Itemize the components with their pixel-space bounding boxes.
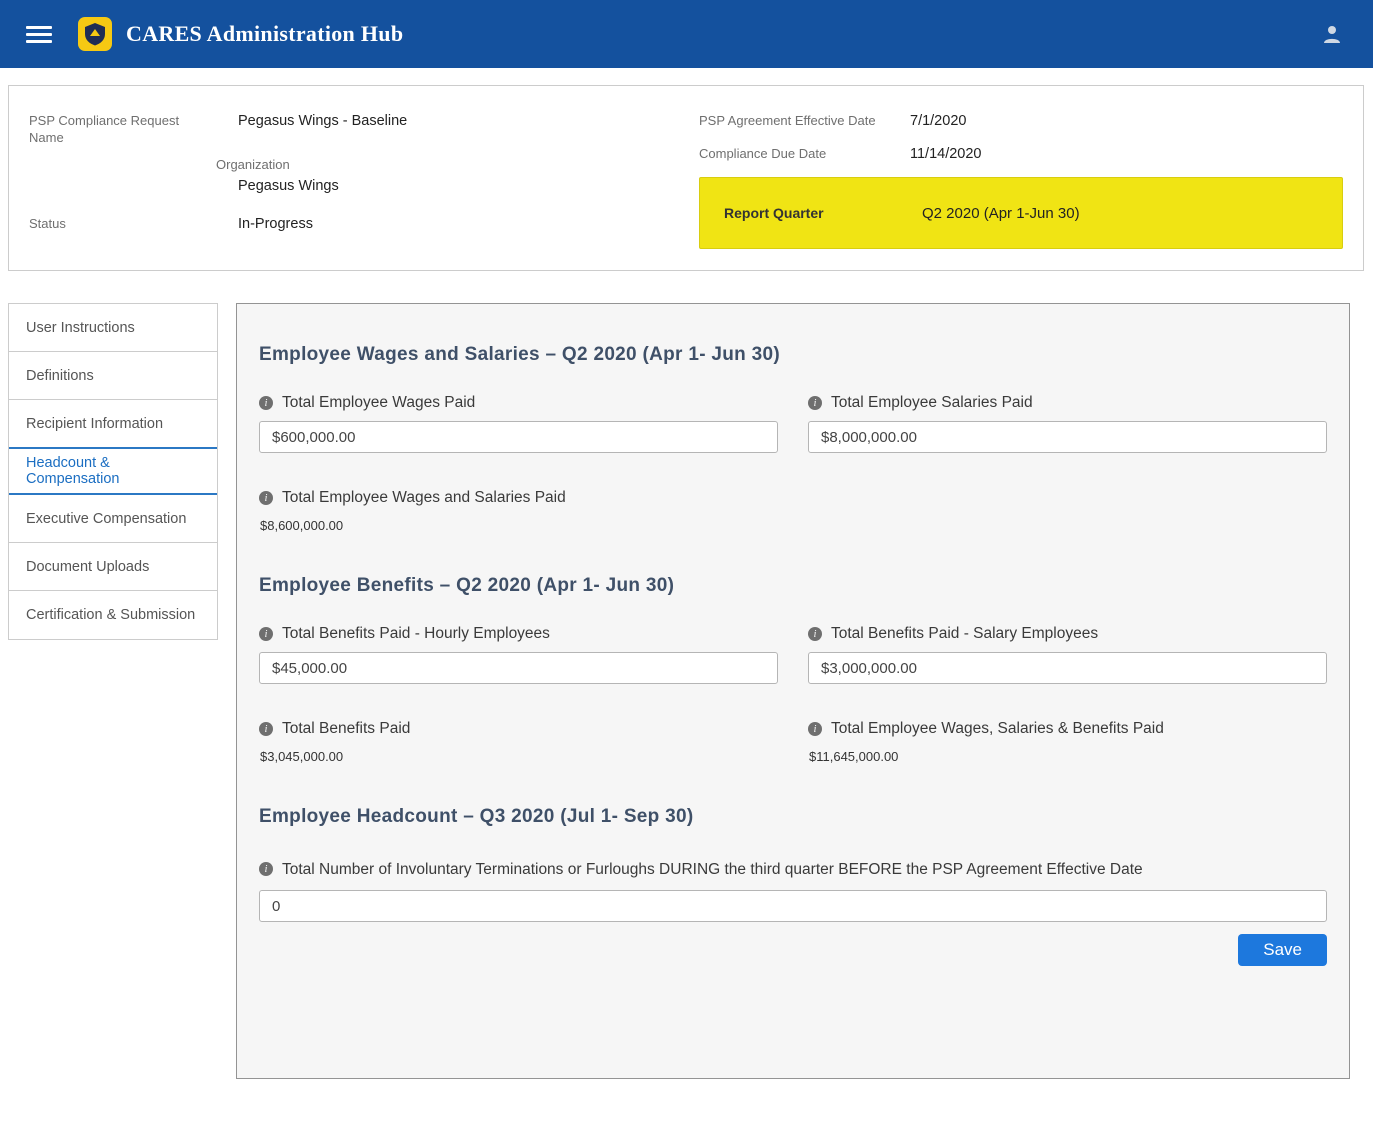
- info-icon[interactable]: i: [259, 862, 273, 876]
- benefits-salary-label: Total Benefits Paid - Salary Employees: [831, 625, 1098, 643]
- app-logo: [78, 17, 112, 51]
- sidebar-item-user-instructions[interactable]: User Instructions: [9, 304, 217, 352]
- status-row: Status In-Progress: [29, 215, 699, 233]
- total-wages-salaries-label: Total Employee Wages and Salaries Paid: [282, 489, 566, 507]
- info-icon[interactable]: i: [259, 722, 273, 736]
- request-name-row: PSP Compliance Request Name Pegasus Wing…: [29, 112, 699, 146]
- benefits-salary-input[interactable]: [808, 652, 1327, 684]
- shield-icon: [83, 22, 107, 46]
- top-bar: CARES Administration Hub: [0, 0, 1373, 68]
- wages-paid-field: i Total Employee Wages Paid: [259, 394, 778, 453]
- benefits-hourly-input[interactable]: [259, 652, 778, 684]
- status-value: In-Progress: [238, 215, 313, 233]
- wages-paid-input[interactable]: [259, 421, 778, 453]
- page: CARES Administration Hub PSP Compliance …: [0, 0, 1373, 1141]
- wages-paid-label: Total Employee Wages Paid: [282, 394, 475, 412]
- effective-date-row: PSP Agreement Effective Date 7/1/2020: [699, 112, 1343, 130]
- salaries-paid-input[interactable]: [808, 421, 1327, 453]
- due-date-value: 11/14/2020: [910, 145, 982, 163]
- report-quarter-banner: Report Quarter Q2 2020 (Apr 1-Jun 30): [699, 177, 1343, 249]
- report-quarter-label: Report Quarter: [724, 205, 922, 221]
- terminations-field: i Total Number of Involuntary Terminatio…: [259, 856, 1327, 922]
- benefits-section-title: Employee Benefits – Q2 2020 (Apr 1- Jun …: [259, 575, 1327, 597]
- request-name-value: Pegasus Wings - Baseline: [238, 112, 407, 130]
- organization-row: Organization Pegasus Wings: [216, 156, 699, 195]
- info-icon[interactable]: i: [808, 627, 822, 641]
- due-date-label: Compliance Due Date: [699, 145, 910, 162]
- total-wages-salaries-field: i Total Employee Wages and Salaries Paid…: [259, 489, 1327, 533]
- sidebar-item-headcount-compensation[interactable]: Headcount & Compensation: [9, 447, 217, 495]
- total-wages-salaries-value: $8,600,000.00: [259, 518, 1327, 533]
- sidebar-item-certification-submission[interactable]: Certification & Submission: [9, 591, 217, 639]
- total-all-compensation-value: $11,645,000.00: [808, 749, 1327, 764]
- terminations-input[interactable]: [259, 890, 1327, 922]
- section-nav: User Instructions Definitions Recipient …: [8, 303, 218, 640]
- effective-date-label: PSP Agreement Effective Date: [699, 112, 910, 129]
- benefits-salary-field: i Total Benefits Paid - Salary Employees: [808, 625, 1327, 684]
- total-benefits-value: $3,045,000.00: [259, 749, 778, 764]
- headcount-section-title: Employee Headcount – Q3 2020 (Jul 1- Sep…: [259, 806, 1327, 828]
- info-icon[interactable]: i: [259, 627, 273, 641]
- sidebar-item-definitions[interactable]: Definitions: [9, 352, 217, 400]
- info-icon[interactable]: i: [259, 396, 273, 410]
- sidebar-item-executive-compensation[interactable]: Executive Compensation: [9, 495, 217, 543]
- info-icon[interactable]: i: [808, 722, 822, 736]
- due-date-row: Compliance Due Date 11/14/2020: [699, 145, 1343, 163]
- status-label: Status: [29, 215, 238, 232]
- organization-value: Pegasus Wings: [238, 177, 699, 195]
- hamburger-menu-icon[interactable]: [26, 26, 52, 43]
- request-name-label: PSP Compliance Request Name: [29, 112, 194, 146]
- total-all-compensation-field: i Total Employee Wages, Salaries & Benef…: [808, 720, 1327, 764]
- user-avatar-icon[interactable]: [1317, 19, 1347, 49]
- total-benefits-label: Total Benefits Paid: [282, 720, 410, 738]
- organization-label: Organization: [216, 156, 699, 173]
- sidebar-item-recipient-information[interactable]: Recipient Information: [9, 400, 217, 448]
- save-button[interactable]: Save: [1238, 934, 1327, 966]
- total-all-compensation-label: Total Employee Wages, Salaries & Benefit…: [831, 720, 1164, 738]
- info-icon[interactable]: i: [259, 491, 273, 505]
- headcount-compensation-form: Employee Wages and Salaries – Q2 2020 (A…: [236, 303, 1350, 1079]
- report-quarter-value: Q2 2020 (Apr 1-Jun 30): [922, 205, 1080, 222]
- info-icon[interactable]: i: [808, 396, 822, 410]
- compliance-summary-card: PSP Compliance Request Name Pegasus Wing…: [8, 85, 1364, 271]
- terminations-label: Total Number of Involuntary Terminations…: [282, 856, 1143, 883]
- salaries-paid-label: Total Employee Salaries Paid: [831, 394, 1033, 412]
- app-title: CARES Administration Hub: [126, 21, 403, 47]
- sidebar-item-document-uploads[interactable]: Document Uploads: [9, 543, 217, 591]
- effective-date-value: 7/1/2020: [910, 112, 966, 130]
- wages-section-title: Employee Wages and Salaries – Q2 2020 (A…: [259, 344, 1327, 366]
- benefits-hourly-label: Total Benefits Paid - Hourly Employees: [282, 625, 550, 643]
- salaries-paid-field: i Total Employee Salaries Paid: [808, 394, 1327, 453]
- total-benefits-field: i Total Benefits Paid $3,045,000.00: [259, 720, 778, 764]
- benefits-hourly-field: i Total Benefits Paid - Hourly Employees: [259, 625, 778, 684]
